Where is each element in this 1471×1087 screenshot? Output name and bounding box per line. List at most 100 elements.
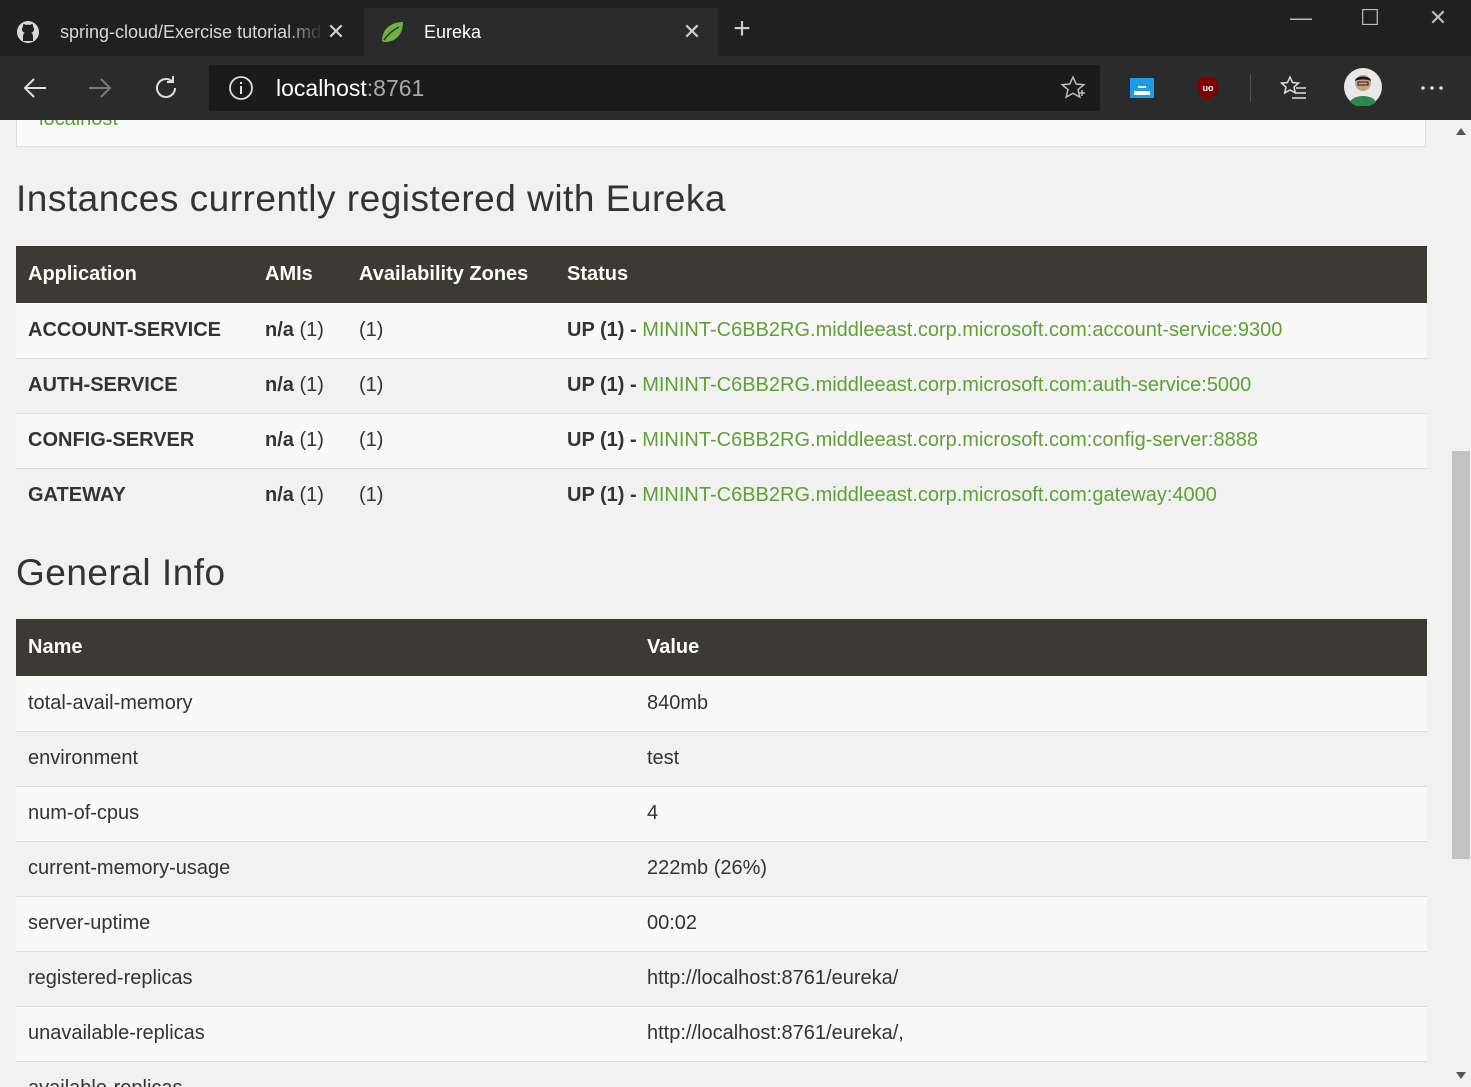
- table-row: current-memory-usage 222mb (26%): [16, 841, 1427, 897]
- page-scrollbar[interactable]: [1451, 120, 1471, 1087]
- forward-icon[interactable]: [78, 66, 122, 110]
- zones-cell: (1): [347, 303, 555, 359]
- info-name: server-uptime: [16, 896, 635, 952]
- scroll-down-icon[interactable]: [1456, 1072, 1466, 1079]
- zones-cell: (1): [347, 413, 555, 469]
- maximize-icon[interactable]: ☐: [1337, 0, 1403, 36]
- info-name: num-of-cpus: [16, 786, 635, 842]
- amis-cell: n/a (1): [253, 303, 347, 359]
- status-text: UP (1) -: [567, 374, 643, 396]
- address-port: :8761: [366, 74, 425, 101]
- table-row: unavailable-replicas http://localhost:87…: [16, 1006, 1427, 1062]
- zones-cell: (1): [347, 358, 555, 414]
- table-row: CONFIG-SERVER n/a (1) (1) UP (1) - MININ…: [16, 413, 1427, 469]
- favorite-star-icon[interactable]: [1060, 75, 1086, 101]
- tab-github[interactable]: spring-cloud/Exercise tutorial.md ✕: [0, 8, 362, 56]
- info-value: http://localhost:8761/eureka/,: [635, 1006, 1427, 1062]
- amis-count: (1): [299, 318, 324, 341]
- amis-count: (1): [299, 484, 324, 507]
- more-options-icon[interactable]: [1416, 72, 1448, 104]
- new-tab-icon[interactable]: +: [726, 14, 758, 46]
- address-host: localhost: [276, 74, 367, 101]
- application-name: CONFIG-SERVER: [16, 413, 253, 469]
- toolbar-separator: [1250, 74, 1251, 102]
- status-cell: UP (1) - MININT-C6BB2RG.middleeast.corp.…: [555, 413, 1427, 469]
- avatar[interactable]: [1344, 68, 1382, 106]
- minimize-icon[interactable]: —: [1268, 0, 1334, 36]
- table-row: server-uptime 00:02: [16, 896, 1427, 952]
- info-icon[interactable]: [228, 75, 254, 101]
- amis-cell: n/a (1): [253, 413, 347, 469]
- zones-count: (1): [359, 484, 384, 507]
- top-info-box: localhost: [16, 120, 1426, 147]
- ublock-origin-icon[interactable]: uo: [1192, 72, 1224, 104]
- info-name: registered-replicas: [16, 951, 635, 1007]
- status-cell: UP (1) - MININT-C6BB2RG.middleeast.corp.…: [555, 358, 1427, 414]
- svg-text:uo: uo: [1203, 83, 1214, 93]
- table-row: environment test: [16, 731, 1427, 787]
- table-row: total-avail-memory 840mb: [16, 676, 1427, 732]
- top-box-link[interactable]: localhost: [39, 120, 118, 131]
- info-value: test: [635, 731, 1427, 787]
- amis-value: n/a: [265, 318, 294, 341]
- table-row: num-of-cpus 4: [16, 786, 1427, 842]
- instance-link[interactable]: MININT-C6BB2RG.middleeast.corp.microsoft…: [642, 374, 1251, 396]
- instance-link[interactable]: MININT-C6BB2RG.middleeast.corp.microsoft…: [642, 319, 1282, 341]
- scrollbar-thumb[interactable]: [1452, 451, 1470, 859]
- close-window-icon[interactable]: ✕: [1405, 0, 1471, 36]
- info-value: [635, 1061, 1427, 1087]
- table-row: ACCOUNT-SERVICE n/a (1) (1) UP (1) - MIN…: [16, 303, 1427, 359]
- column-header: Application: [16, 246, 253, 303]
- info-name: unavailable-replicas: [16, 1006, 635, 1062]
- amis-value: n/a: [265, 374, 294, 396]
- tab-title: spring-cloud/Exercise tutorial.md: [60, 21, 322, 42]
- column-header: Value: [635, 619, 1427, 676]
- info-name: total-avail-memory: [16, 676, 635, 732]
- column-header: AMIs: [253, 246, 347, 303]
- page-content: localhost Instances currently registered…: [0, 120, 1451, 1087]
- scroll-up-icon[interactable]: [1456, 128, 1466, 135]
- spring-leaf-icon: [378, 18, 406, 46]
- tab-eureka[interactable]: Eureka ✕: [364, 8, 718, 56]
- status-text: UP (1) -: [567, 429, 643, 451]
- general-info-heading: General Info: [16, 552, 226, 593]
- amis-cell: n/a (1): [253, 468, 347, 523]
- info-name: current-memory-usage: [16, 841, 635, 897]
- info-value: 4: [635, 786, 1427, 842]
- instance-link[interactable]: MININT-C6BB2RG.middleeast.corp.microsoft…: [642, 484, 1217, 506]
- application-name: GATEWAY: [16, 468, 253, 523]
- close-icon[interactable]: ✕: [680, 19, 704, 45]
- column-header: Name: [16, 619, 635, 676]
- info-name: available-replicas: [16, 1061, 635, 1087]
- table-header-row: Name Value: [16, 619, 1427, 676]
- amis-count: (1): [299, 374, 324, 396]
- info-value: 222mb (26%): [635, 841, 1427, 897]
- status-cell: UP (1) - MININT-C6BB2RG.middleeast.corp.…: [555, 303, 1427, 359]
- close-icon[interactable]: ✕: [324, 19, 348, 45]
- favorites-icon[interactable]: [1278, 72, 1310, 104]
- table-row: GATEWAY n/a (1) (1) UP (1) - MININT-C6BB…: [16, 468, 1427, 523]
- zones-count: (1): [359, 318, 384, 341]
- amis-value: n/a: [265, 429, 294, 451]
- column-header: Status: [555, 246, 1427, 303]
- amis-cell: n/a (1): [253, 358, 347, 414]
- info-value: http://localhost:8761/eureka/: [635, 951, 1427, 1007]
- browser-toolbar: localhost:8761 uo: [0, 56, 1471, 120]
- amis-value: n/a: [265, 484, 294, 507]
- application-name: AUTH-SERVICE: [16, 358, 253, 414]
- instance-link[interactable]: MININT-C6BB2RG.middleeast.corp.microsoft…: [642, 429, 1258, 451]
- status-text: UP (1) -: [567, 484, 643, 507]
- refresh-icon[interactable]: [144, 66, 188, 110]
- zones-count: (1): [359, 429, 384, 451]
- general-info-table: Name Value total-avail-memory 840mb envi…: [16, 619, 1427, 1087]
- info-value: 840mb: [635, 676, 1427, 732]
- back-icon[interactable]: [13, 66, 57, 110]
- address-bar[interactable]: localhost:8761: [209, 65, 1100, 111]
- zones-cell: (1): [347, 468, 555, 523]
- collections-icon[interactable]: [1126, 72, 1158, 104]
- tab-bar: spring-cloud/Exercise tutorial.md ✕ Eure…: [0, 0, 1471, 56]
- zones-count: (1): [359, 374, 384, 396]
- table-header-row: Application AMIs Availability Zones Stat…: [16, 246, 1427, 303]
- table-row: registered-replicas http://localhost:876…: [16, 951, 1427, 1007]
- column-header: Availability Zones: [347, 246, 555, 303]
